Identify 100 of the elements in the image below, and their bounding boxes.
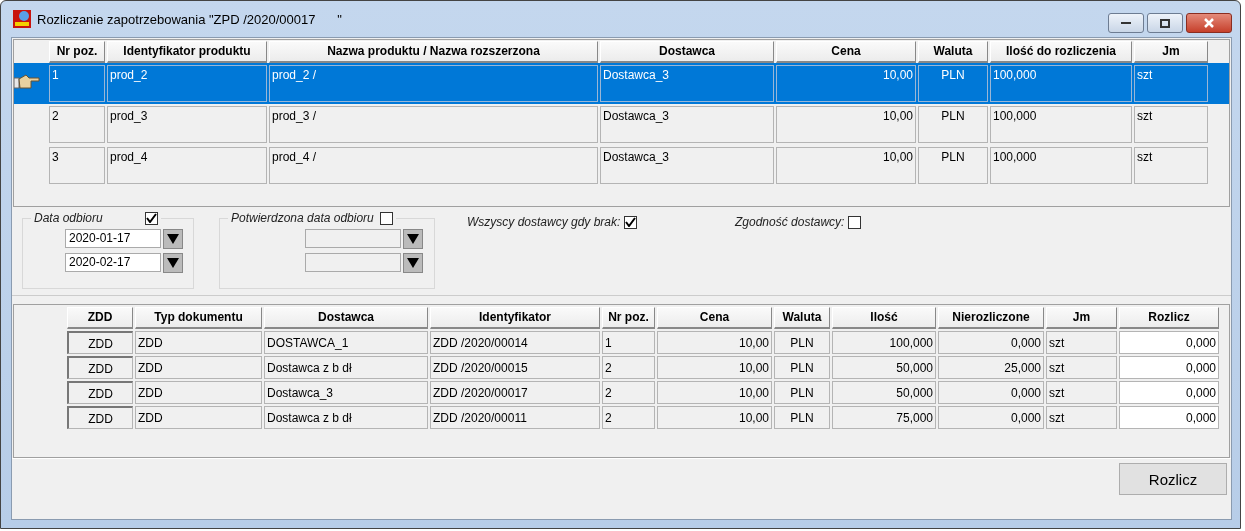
column-header[interactable]: Identyfikator produktu — [107, 41, 267, 63]
table-cell: 2 — [602, 381, 655, 404]
table-cell: 10,00 — [657, 381, 772, 404]
row-button[interactable]: ZDD — [67, 356, 133, 379]
column-header[interactable]: Nr poz. — [602, 307, 655, 329]
close-button[interactable] — [1186, 13, 1232, 33]
dropdown-button[interactable] — [163, 229, 183, 249]
table-cell: PLN — [774, 406, 830, 429]
row-button[interactable]: ZDD — [67, 406, 133, 429]
table-cell: szt — [1134, 65, 1208, 102]
table-cell: 2 — [49, 106, 105, 143]
input-field[interactable]: 0,000 — [1119, 406, 1219, 429]
table-cell: 1 — [49, 65, 105, 102]
window-title: Rozliczanie zapotrzebowania "ZPD /2020/00017 " — [37, 11, 342, 27]
date-field[interactable]: 2020-02-17 — [65, 253, 161, 272]
input-field[interactable]: 0,000 — [1119, 356, 1219, 379]
date-field[interactable] — [305, 253, 401, 272]
checkbox[interactable] — [848, 215, 862, 229]
table-cell: Dostawca z b dł — [264, 356, 428, 379]
table-row[interactable]: 1 prod_2 prod_2 / Dostawca_3 10,00 PLN 100,000 szt — [14, 63, 1229, 104]
table-cell: 10,00 — [776, 106, 916, 143]
table-cell: 0,000 — [938, 331, 1044, 354]
table-cell: 50,000 — [832, 381, 936, 404]
option-label: Zgodność dostawcy: — [735, 215, 845, 229]
column-header[interactable]: Cena — [776, 41, 916, 63]
option-label: Wszyscy dostawcy gdy brak: — [467, 215, 621, 229]
column-header[interactable]: Rozlicz — [1119, 307, 1219, 329]
dropdown-button[interactable] — [163, 253, 183, 273]
row-button[interactable]: ZDD — [67, 331, 133, 354]
column-header[interactable]: Nr poz. — [49, 41, 105, 63]
maximize-button[interactable] — [1147, 13, 1183, 33]
table-cell: PLN — [918, 65, 988, 102]
table-cell: PLN — [918, 147, 988, 184]
column-header[interactable]: Dostawca — [264, 307, 428, 329]
column-header[interactable]: Jm — [1046, 307, 1117, 329]
column-header[interactable]: Nazwa produktu / Nazwa rozszerzona — [269, 41, 598, 63]
table-cell: szt — [1134, 106, 1208, 143]
table-cell: 10,00 — [657, 356, 772, 379]
table-cell: Dostawca_3 — [600, 65, 774, 102]
dropdown-button[interactable] — [403, 253, 423, 273]
date-field[interactable] — [305, 229, 401, 248]
table-cell: szt — [1134, 147, 1208, 184]
table-cell: ZDD /2020/00017 — [430, 381, 600, 404]
table-cell: Dostawca_3 — [264, 381, 428, 404]
input-field[interactable]: 0,000 — [1119, 331, 1219, 354]
column-header[interactable]: Nierozliczone — [938, 307, 1044, 329]
column-header[interactable]: Typ dokumentu — [135, 307, 262, 329]
table-cell: prod_2 — [107, 65, 267, 102]
table-cell: 100,000 — [832, 331, 936, 354]
table-cell: prod_2 / — [269, 65, 598, 102]
column-header[interactable]: Waluta — [774, 307, 830, 329]
table-cell: PLN — [918, 106, 988, 143]
column-header[interactable]: Cena — [657, 307, 772, 329]
table-cell: szt — [1046, 406, 1117, 429]
settle-button[interactable]: Rozlicz — [1119, 463, 1227, 495]
table-cell: ZDD — [135, 356, 262, 379]
table-cell: prod_3 / — [269, 106, 598, 143]
table-cell: Dostawca_3 — [600, 106, 774, 143]
row-button[interactable]: ZDD — [67, 381, 133, 404]
checkbox[interactable] — [624, 215, 638, 229]
table-cell: prod_4 — [107, 147, 267, 184]
checkbox[interactable] — [379, 211, 393, 225]
table-cell: 50,000 — [832, 356, 936, 379]
table-cell: ZDD /2020/00014 — [430, 331, 600, 354]
table-cell: 25,000 — [938, 356, 1044, 379]
triangle-down-icon — [167, 234, 179, 244]
table-row[interactable]: 3 prod_4 prod_4 / Dostawca_3 10,00 PLN 100,000 szt — [14, 145, 1229, 186]
table-cell: 10,00 — [776, 147, 916, 184]
table-cell: 0,000 — [938, 406, 1044, 429]
column-header[interactable]: Jm — [1134, 41, 1208, 63]
table-cell: szt — [1046, 356, 1117, 379]
minimize-icon — [1121, 21, 1131, 25]
app-icon — [13, 10, 31, 28]
table-cell: ZDD /2020/00015 — [430, 356, 600, 379]
minimize-button[interactable] — [1108, 13, 1144, 33]
column-header[interactable]: Ilość — [832, 307, 936, 329]
table-cell: prod_3 — [107, 106, 267, 143]
group-label: Potwierdzona data odbioru — [231, 211, 374, 225]
table-cell: 0,000 — [938, 381, 1044, 404]
column-header[interactable]: Ilość do rozliczenia — [990, 41, 1132, 63]
table-cell: Dostawca_3 — [600, 147, 774, 184]
table-cell: 100,000 — [990, 65, 1132, 102]
table-cell: Dostawca z b dł — [264, 406, 428, 429]
table-cell: 2 — [602, 406, 655, 429]
column-header[interactable]: Waluta — [918, 41, 988, 63]
column-header[interactable]: Dostawca — [600, 41, 774, 63]
date-field[interactable]: 2020-01-17 — [65, 229, 161, 248]
dropdown-button[interactable] — [403, 229, 423, 249]
triangle-down-icon — [167, 258, 179, 268]
checkbox[interactable] — [144, 211, 158, 225]
table-cell: 100,000 — [990, 147, 1132, 184]
table-cell: szt — [1046, 331, 1117, 354]
maximize-icon — [1160, 18, 1170, 28]
close-icon — [1203, 18, 1215, 28]
table-row[interactable]: 2 prod_3 prod_3 / Dostawca_3 10,00 PLN 100,000 szt — [14, 104, 1229, 145]
column-header[interactable]: ZDD — [67, 307, 133, 329]
column-header[interactable]: Identyfikator — [430, 307, 600, 329]
input-field[interactable]: 0,000 — [1119, 381, 1219, 404]
table-cell: 10,00 — [657, 331, 772, 354]
table-cell: 10,00 — [776, 65, 916, 102]
